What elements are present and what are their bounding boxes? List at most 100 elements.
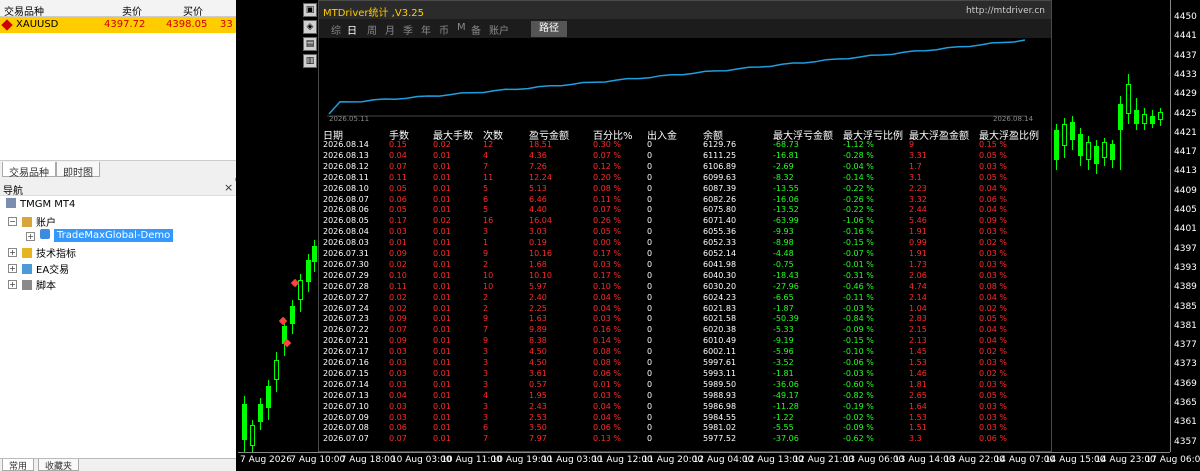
table-cell: 3 — [483, 379, 489, 389]
tree-indicators[interactable]: 技术指标 — [22, 245, 76, 260]
col-bid[interactable]: 卖价 — [122, 3, 142, 18]
curve-start-date: 2026.05.11 — [329, 115, 370, 123]
table-cell: 0 — [647, 423, 653, 433]
table-row[interactable]: 2026.07.23 0.09 0.01 9 1.63 0.03 % 0 6021.58 -50… — [319, 314, 1051, 325]
tab-day[interactable]: 日 — [347, 22, 357, 37]
experts-icon — [22, 264, 32, 274]
table-row[interactable]: 2026.07.30 0.02 0.01 2 1.68 0.03 % 0 6041.98 -0.… — [319, 260, 1051, 271]
table-row[interactable]: 2026.07.17 0.03 0.01 3 4.50 0.08 % 0 6002.11 -5.… — [319, 347, 1051, 358]
tab-favorites[interactable]: 收藏夹 — [38, 459, 80, 471]
table-cell: 0.01 — [433, 423, 451, 433]
tab-tick-chart[interactable]: 即时图 — [56, 162, 100, 179]
table-cell: 0.05 — [389, 183, 407, 193]
table-cell: 6021.58 — [703, 314, 737, 324]
table-cell: -49.17 — [773, 390, 799, 400]
candle-body — [258, 404, 263, 422]
table-row[interactable]: 2026.08.11 0.11 0.01 11 12.24 0.20 % 0 6099.63 -… — [319, 173, 1051, 184]
tree-scripts[interactable]: 脚本 — [22, 277, 56, 292]
col-ask[interactable]: 买价 — [183, 3, 203, 18]
table-cell: 3 — [483, 412, 489, 422]
tree-experts[interactable]: EA交易 — [22, 261, 69, 276]
table-cell: 5 — [483, 183, 489, 193]
table-row[interactable]: 2026.08.12 0.07 0.01 7 7.26 0.12 % 0 6106.89 -2.… — [319, 162, 1051, 173]
table-cell: -9.19 — [773, 336, 794, 346]
col-symbol[interactable]: 交易品种 — [4, 3, 44, 18]
table-cell: 6082.26 — [703, 194, 737, 204]
table-row[interactable]: 2026.08.07 0.06 0.01 6 6.46 0.11 % 0 6082.26 -16… — [319, 195, 1051, 206]
table-cell: 5988.93 — [703, 390, 737, 400]
tab-symbols[interactable]: 交易品种 — [2, 162, 56, 179]
market-watch-row[interactable]: XAUUSD 4397.72 4398.05 33 — [0, 17, 236, 33]
table-row[interactable]: 2026.07.13 0.04 0.01 4 1.95 0.03 % 0 5988.93 -49… — [319, 391, 1051, 402]
tree-account-demo[interactable]: TradeMaxGlobal-Demo — [40, 229, 174, 244]
mtdriver-url[interactable]: http://mtdriver.cn — [966, 6, 1045, 16]
expand-icon[interactable]: + — [8, 280, 17, 289]
table-row[interactable]: 2026.08.03 0.01 0.01 1 0.19 0.00 % 0 6052.33 -8.… — [319, 238, 1051, 249]
table-row[interactable]: 2026.07.09 0.03 0.01 3 2.53 0.04 % 0 5984.55 -1.… — [319, 413, 1051, 424]
price-label: 4413 — [1174, 166, 1197, 177]
table-cell: -0.11 % — [843, 292, 874, 302]
close-icon[interactable]: × — [224, 181, 233, 194]
tab-month[interactable]: 月 — [385, 22, 395, 37]
table-cell: 0.04 % — [593, 401, 621, 411]
table-cell: 5977.52 — [703, 434, 737, 444]
table-cell: 0.02 % — [979, 347, 1007, 357]
tab-week[interactable]: 周 — [367, 22, 377, 37]
table-row[interactable]: 2026.07.08 0.06 0.01 6 3.50 0.06 % 0 5981.02 -5.… — [319, 423, 1051, 434]
chart-button-1[interactable]: ▣ — [303, 3, 317, 17]
price-label: 4377 — [1174, 340, 1197, 351]
table-row[interactable]: 2026.07.10 0.03 0.01 3 2.43 0.04 % 0 5986.98 -11… — [319, 402, 1051, 413]
equity-curve — [319, 38, 1051, 126]
table-row[interactable]: 2026.07.16 0.03 0.01 3 4.50 0.08 % 0 5997.61 -3.… — [319, 358, 1051, 369]
path-button[interactable]: 路径 — [531, 21, 567, 37]
tree-accounts[interactable]: 账户 — [22, 214, 56, 229]
collapse-icon[interactable]: − — [8, 217, 17, 226]
candle-body — [312, 246, 317, 262]
table-row[interactable]: 2026.08.13 0.04 0.01 4 4.36 0.07 % 0 6111.25 -16… — [319, 151, 1051, 162]
table-row[interactable]: 2026.07.21 0.09 0.01 9 8.38 0.14 % 0 6010.49 -9.… — [319, 336, 1051, 347]
table-cell: 2026.07.24 — [323, 303, 369, 313]
table-row[interactable]: 2026.07.27 0.02 0.01 2 2.40 0.04 % 0 6024.23 -6.… — [319, 293, 1051, 304]
expand-icon[interactable]: + — [8, 248, 17, 257]
chart-button-4[interactable]: ▥ — [303, 54, 317, 68]
table-cell: 0.01 — [433, 336, 451, 346]
table-row[interactable]: 2026.07.22 0.07 0.01 7 9.89 0.16 % 0 6020.38 -5.… — [319, 325, 1051, 336]
table-row[interactable]: 2026.07.28 0.11 0.01 10 5.97 0.10 % 0 6030.20 -2… — [319, 282, 1051, 293]
tab-magic[interactable]: M — [457, 22, 466, 33]
tab-common[interactable]: 常用 — [2, 459, 35, 471]
table-cell: 0.03 % — [593, 314, 621, 324]
table-row[interactable]: 2026.08.04 0.03 0.01 3 3.03 0.05 % 0 6055.36 -9.… — [319, 227, 1051, 238]
tab-quarter[interactable]: 季 — [403, 22, 413, 37]
tab-account[interactable]: 账户 — [489, 22, 509, 37]
table-cell: 3.3 — [909, 434, 922, 444]
table-row[interactable]: 2026.07.29 0.10 0.01 10 10.10 0.17 % 0 6040.30 -… — [319, 271, 1051, 282]
table-row[interactable]: 2026.07.31 0.09 0.01 9 10.16 0.17 % 0 6052.14 -4… — [319, 249, 1051, 260]
table-row[interactable]: 2026.07.15 0.03 0.01 3 3.61 0.06 % 0 5993.11 -1.… — [319, 369, 1051, 380]
chart-button-3[interactable]: ▤ — [303, 37, 317, 51]
tab-comment[interactable]: 备 — [471, 22, 481, 37]
table-row[interactable]: 2026.07.14 0.03 0.01 3 0.57 0.01 % 0 5989.50 -36… — [319, 380, 1051, 391]
tab-summary[interactable]: 综 — [331, 22, 341, 37]
price-label: 4373 — [1174, 359, 1197, 370]
table-cell: 6099.63 — [703, 172, 737, 182]
tab-currency[interactable]: 币 — [439, 22, 449, 37]
expand-icon[interactable]: + — [8, 264, 17, 273]
table-cell: 0.19 — [529, 238, 547, 248]
table-row[interactable]: 2026.08.14 0.15 0.02 12 18.51 0.30 % 0 6129.76 -… — [319, 140, 1051, 151]
table-cell: -0.22 % — [843, 205, 874, 215]
table-row[interactable]: 2026.07.24 0.02 0.01 2 2.25 0.04 % 0 6021.83 -1.… — [319, 304, 1051, 315]
table-row[interactable]: 2026.08.05 0.17 0.02 16 16.04 0.26 % 0 6071.40 -… — [319, 216, 1051, 227]
table-row[interactable]: 2026.08.10 0.05 0.01 5 5.13 0.08 % 0 6087.39 -13… — [319, 184, 1051, 195]
chart-button-2[interactable]: ◈ — [303, 20, 317, 34]
tab-year[interactable]: 年 — [421, 22, 431, 37]
table-cell: 0 — [647, 227, 653, 237]
table-cell: 0 — [647, 161, 653, 171]
time-label: 17 Aug 06:00 — [1145, 455, 1200, 465]
table-cell: 1.91 — [909, 227, 927, 237]
expand-icon[interactable]: + — [26, 232, 35, 241]
table-row[interactable]: 2026.08.06 0.05 0.01 5 4.40 0.07 % 0 6075.80 -13… — [319, 205, 1051, 216]
table-cell: 6052.14 — [703, 249, 737, 258]
table-cell: 7.26 — [529, 161, 547, 171]
table-row[interactable]: 2026.07.07 0.07 0.01 7 7.97 0.13 % 0 5977.52 -37… — [319, 434, 1051, 445]
tree-root[interactable]: TMGM MT4 — [6, 198, 75, 213]
